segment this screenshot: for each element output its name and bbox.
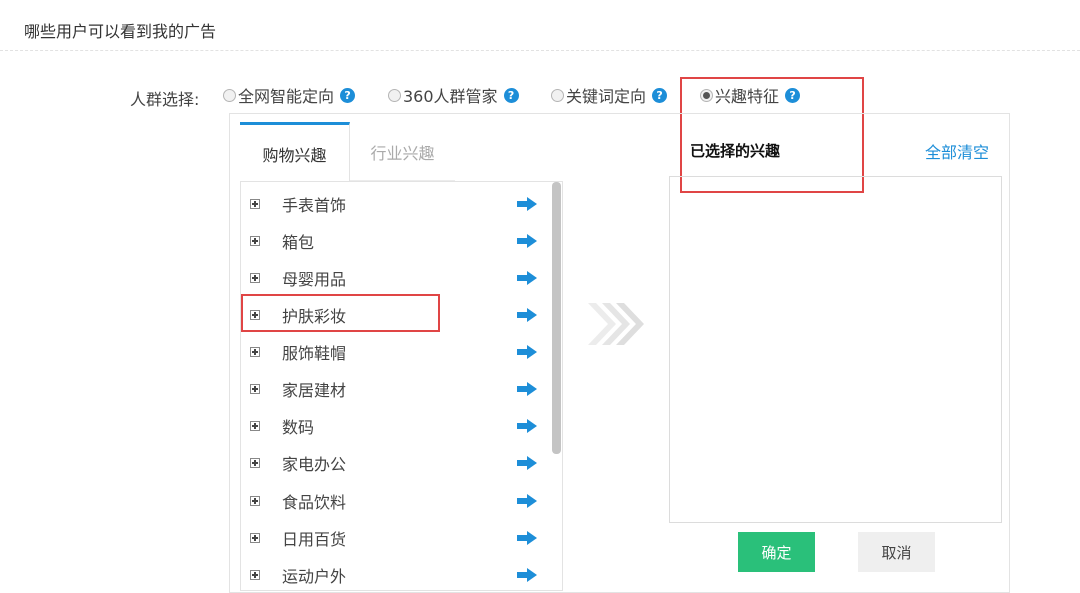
radio-label: 全网智能定向 bbox=[238, 87, 335, 106]
crowd-selection-label: 人群选择: bbox=[130, 90, 200, 109]
arrow-right-icon[interactable] bbox=[517, 381, 537, 396]
arrow-right-icon[interactable] bbox=[517, 418, 537, 433]
plus-square-icon[interactable] bbox=[250, 569, 260, 580]
list-item[interactable]: 运动户外 bbox=[241, 556, 551, 590]
list-item-label: 服饰鞋帽 bbox=[282, 343, 347, 363]
plus-square-icon[interactable] bbox=[250, 457, 260, 468]
cancel-button[interactable]: 取消 bbox=[858, 532, 935, 572]
arrow-right-icon[interactable] bbox=[517, 233, 537, 248]
radio-button-icon[interactable] bbox=[388, 88, 401, 102]
list-item[interactable]: 食品饮料 bbox=[241, 482, 551, 519]
tab-shopping-interest[interactable]: 购物兴趣 bbox=[240, 122, 350, 182]
selected-interests-list bbox=[669, 176, 1002, 523]
plus-square-icon[interactable] bbox=[250, 495, 260, 506]
radio-button-icon[interactable] bbox=[223, 88, 236, 102]
list-item-label: 日用百货 bbox=[282, 529, 347, 549]
interest-list: 手表首饰 箱包 母婴用品 护肤彩妆 服饰鞋帽 家居建材 数码 家电办公 食品饮料 bbox=[240, 181, 563, 591]
list-item[interactable]: 家电办公 bbox=[241, 444, 551, 481]
list-item[interactable]: 家居建材 bbox=[241, 370, 551, 407]
clear-all-link[interactable]: 全部清空 bbox=[925, 139, 989, 163]
list-item[interactable]: 数码 bbox=[241, 407, 551, 444]
list-item[interactable]: 手表首饰 bbox=[241, 185, 551, 222]
arrow-right-icon[interactable] bbox=[517, 196, 537, 211]
plus-square-icon[interactable] bbox=[250, 420, 260, 431]
question-circle-icon[interactable]: ? bbox=[340, 87, 356, 103]
page-title: 哪些用户可以看到我的广告 bbox=[24, 22, 217, 41]
plus-square-icon[interactable] bbox=[250, 383, 260, 394]
plus-square-icon[interactable] bbox=[250, 272, 260, 283]
selected-interests-title: 已选择的兴趣 bbox=[690, 142, 781, 160]
plus-square-icon[interactable] bbox=[250, 235, 260, 246]
arrow-right-icon[interactable] bbox=[517, 567, 537, 582]
list-item-label: 家居建材 bbox=[282, 380, 347, 400]
arrow-right-icon[interactable] bbox=[517, 455, 537, 470]
radio-360-crowd-manager[interactable]: 360人群管家 ? bbox=[388, 84, 519, 106]
arrow-right-icon[interactable] bbox=[517, 307, 537, 322]
plus-square-icon[interactable] bbox=[250, 198, 260, 209]
list-item[interactable]: 日用百货 bbox=[241, 519, 551, 556]
question-circle-icon[interactable]: ? bbox=[652, 87, 668, 103]
list-item-label: 母婴用品 bbox=[282, 269, 347, 289]
radio-button-icon[interactable] bbox=[551, 88, 564, 102]
list-item[interactable]: 母婴用品 bbox=[241, 259, 551, 296]
list-item-label: 箱包 bbox=[282, 232, 315, 252]
arrow-right-icon[interactable] bbox=[517, 493, 537, 508]
radio-label: 关键词定向 bbox=[566, 87, 647, 106]
radio-keyword-targeting[interactable]: 关键词定向 ? bbox=[551, 84, 668, 106]
question-circle-icon[interactable]: ? bbox=[503, 87, 519, 103]
confirm-button[interactable]: 确定 bbox=[738, 532, 815, 572]
list-item[interactable]: 箱包 bbox=[241, 222, 551, 259]
plus-square-icon[interactable] bbox=[250, 346, 260, 357]
highlight-box-skincare bbox=[241, 294, 440, 332]
arrow-right-icon[interactable] bbox=[517, 270, 537, 285]
list-item-label: 数码 bbox=[282, 417, 315, 437]
plus-square-icon[interactable] bbox=[250, 532, 260, 543]
list-item-label: 运动户外 bbox=[282, 566, 347, 586]
arrow-right-icon[interactable] bbox=[517, 344, 537, 359]
transfer-arrows-icon bbox=[588, 303, 644, 345]
scrollbar[interactable] bbox=[552, 182, 561, 454]
list-item-label: 家电办公 bbox=[282, 454, 347, 474]
radio-smart-targeting[interactable]: 全网智能定向 ? bbox=[223, 84, 356, 106]
title-divider bbox=[0, 50, 1080, 51]
list-item-label: 手表首饰 bbox=[282, 195, 347, 215]
radio-label: 360人群管家 bbox=[403, 87, 498, 106]
list-item-label: 食品饮料 bbox=[282, 492, 347, 512]
arrow-right-icon[interactable] bbox=[517, 530, 537, 545]
list-item[interactable]: 服饰鞋帽 bbox=[241, 333, 551, 370]
tab-industry-interest[interactable]: 行业兴趣 bbox=[350, 122, 455, 182]
